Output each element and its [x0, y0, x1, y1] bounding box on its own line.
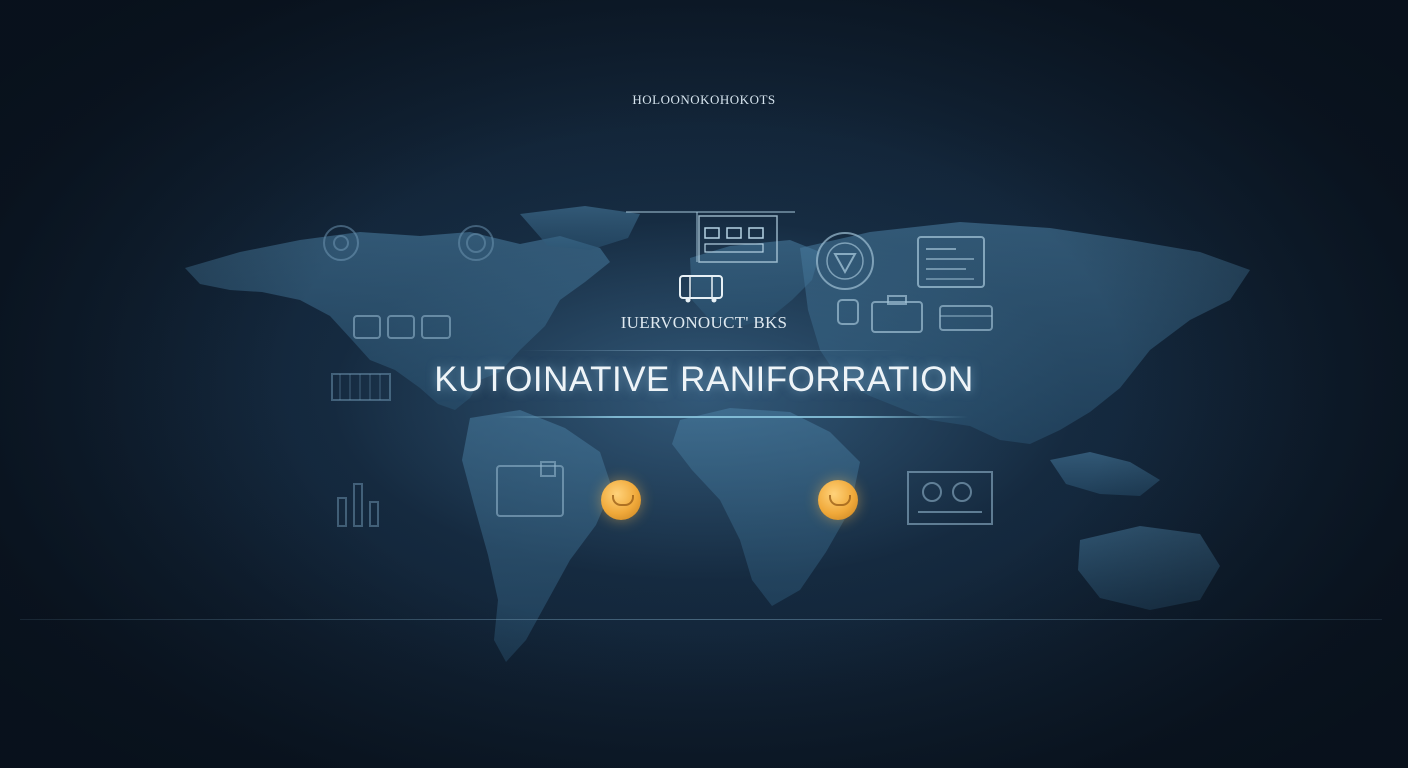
- hero-title: KUTOINATIVE RANIFORRATION: [434, 360, 974, 399]
- dashboard-panel-icon: [697, 214, 779, 264]
- bottom-divider: [20, 619, 1382, 620]
- hero-subtitle: IUERVONOUCT' BKS: [620, 313, 788, 332]
- location-marker-right: [818, 480, 858, 520]
- location-marker-left: [601, 480, 641, 520]
- bar-chart-icon: [330, 472, 392, 530]
- marker-glyph: [612, 495, 634, 506]
- shield-badge-icon: [812, 228, 878, 294]
- top-caption: HOLOONOKOHOKOTS: [632, 92, 776, 107]
- continent-south-america: [462, 410, 612, 662]
- vehicle-icon: [676, 270, 726, 304]
- gear-icon: [320, 222, 362, 264]
- title-underline: [498, 416, 968, 418]
- document-icon: [495, 460, 567, 518]
- document-window-icon: [916, 235, 986, 289]
- hero-banner: HOLOONOKOHOKOTS IUERVONOUCT' BKS KUTOINA…: [0, 0, 1408, 768]
- continent-australia: [1078, 526, 1220, 610]
- network-node-icon: [455, 222, 497, 264]
- continent-se-asia: [1050, 452, 1160, 496]
- chart-board-icon: [906, 470, 994, 526]
- subtitle-divider: [520, 350, 900, 351]
- marker-glyph: [829, 495, 851, 506]
